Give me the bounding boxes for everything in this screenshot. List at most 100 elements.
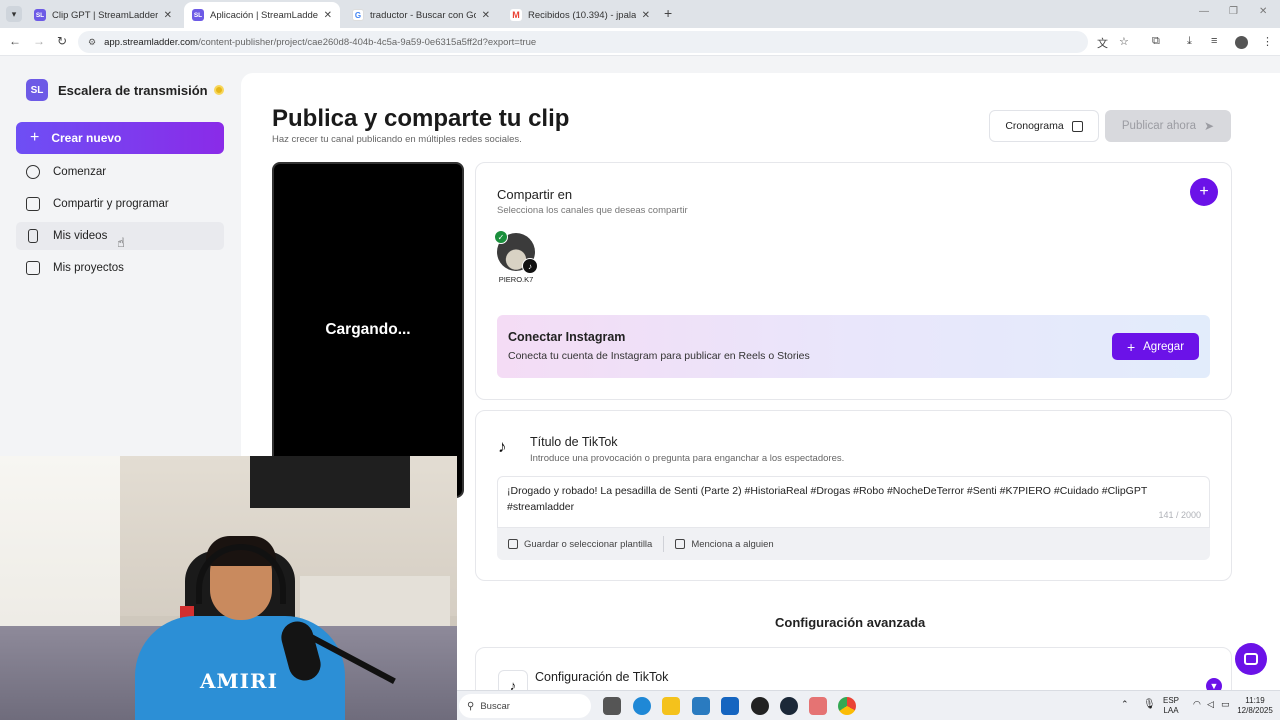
account-tiktok[interactable]: ✓ ♪ PIERO.K7: [494, 230, 538, 285]
browser-tab-gmail[interactable]: M Recibidos (10.394) - jpalava19@ ✕: [502, 2, 658, 28]
close-tab-icon[interactable]: ✕: [324, 10, 332, 21]
clock-time: 11:19: [1245, 696, 1265, 705]
url-input[interactable]: ⚙ app.streamladder.com/content-publisher…: [78, 31, 1088, 53]
sidebar-item-compartir[interactable]: Compartir y programar: [16, 190, 224, 218]
webcam-overlay: AMIRI: [0, 456, 457, 720]
schedule-label: Cronograma: [1005, 120, 1064, 132]
browser-tab-clip-gpt[interactable]: SL Clip GPT | StreamLadder ✕: [26, 2, 180, 28]
sidebar-item-comenzar[interactable]: Comenzar: [16, 158, 224, 186]
add-channel-button[interactable]: +: [1190, 178, 1218, 206]
new-tab-icon[interactable]: +: [664, 5, 672, 21]
trend-icon: [26, 165, 40, 179]
download-icon[interactable]: ⤓: [1187, 35, 1192, 48]
outlook-icon[interactable]: [721, 697, 739, 715]
app-icon[interactable]: [809, 697, 827, 715]
close-tab-icon[interactable]: ✕: [642, 10, 650, 21]
hand-cursor-icon: ☝: [117, 235, 125, 250]
chrome-icon[interactable]: [838, 697, 856, 715]
store-icon[interactable]: [692, 697, 710, 715]
create-new-button[interactable]: + Crear nuevo: [16, 122, 224, 154]
obs-icon[interactable]: [751, 697, 769, 715]
video-loading-text: Cargando...: [325, 321, 411, 338]
plus-icon: +: [1126, 338, 1136, 355]
steam-icon[interactable]: [780, 697, 798, 715]
caption-actions-bar: Guardar o seleccionar plantilla Menciona…: [497, 528, 1210, 560]
share-card: Compartir en Selecciona los canales que …: [475, 162, 1232, 400]
tab-search-button[interactable]: ▾: [6, 6, 22, 22]
schedule-button[interactable]: Cronograma: [989, 110, 1099, 142]
browser-menu-icon[interactable]: ⋮: [1262, 35, 1273, 48]
page-subtitle: Haz crecer tu canal publicando en múltip…: [272, 134, 522, 145]
back-icon[interactable]: ←: [9, 34, 21, 48]
close-tab-icon[interactable]: ✕: [164, 10, 172, 21]
plus-icon: +: [30, 129, 40, 146]
battery-icon[interactable]: ▭: [1221, 699, 1230, 710]
site-info-icon[interactable]: ⚙: [88, 37, 96, 48]
send-plane-icon: ➤: [1204, 119, 1215, 133]
caption-textarea[interactable]: ¡Drogado y robado! La pesadilla de Senti…: [497, 476, 1210, 528]
edge-icon[interactable]: [633, 697, 651, 715]
phone-icon: [28, 229, 38, 243]
language-indicator[interactable]: ESP LAA: [1163, 696, 1179, 716]
caption-text: ¡Drogado y robado! La pesadilla de Senti…: [507, 485, 1148, 513]
extensions-icon[interactable]: ⧉: [1152, 35, 1160, 48]
template-button[interactable]: Guardar o seleccionar plantilla: [497, 539, 663, 550]
tab-title: traductor - Buscar con Google: [370, 9, 476, 21]
taskbar-search-placeholder: Buscar: [480, 700, 510, 712]
translate-icon[interactable]: 文: [1097, 35, 1108, 51]
close-window-icon[interactable]: ✕: [1259, 6, 1267, 17]
forward-icon[interactable]: →: [33, 34, 45, 48]
sidebar-item-label: Mis videos: [53, 230, 108, 242]
calendar-icon: [26, 197, 40, 211]
mention-button[interactable]: Menciona a alguien: [664, 539, 784, 550]
brand[interactable]: SL Escalera de transmisión: [26, 79, 224, 101]
gold-badge-icon: [213, 85, 224, 95]
plus-square-icon: [508, 539, 518, 549]
lang-bottom: LAA: [1163, 706, 1179, 715]
browser-tab-traductor[interactable]: G traductor - Buscar con Google ✕: [344, 2, 498, 28]
media-control-icon[interactable]: ≡: [1211, 35, 1217, 47]
add-instagram-button[interactable]: + Agregar: [1112, 333, 1199, 360]
close-tab-icon[interactable]: ✕: [482, 10, 490, 21]
file-explorer-icon[interactable]: [662, 697, 680, 715]
minimize-icon[interactable]: —: [1199, 6, 1209, 17]
volume-icon[interactable]: ◁: [1207, 699, 1214, 710]
address-bar-row: ← → ↻ ⚙ app.streamladder.com/content-pub…: [0, 28, 1280, 56]
sidebar-item-label: Comenzar: [53, 166, 107, 178]
stack-icon: [26, 261, 40, 275]
streamladder-favicon-icon: SL: [34, 9, 46, 21]
lang-top: ESP: [1163, 696, 1180, 705]
taskbar-search-input[interactable]: ⚲ Buscar: [459, 694, 591, 718]
windows-taskbar: ⚲ Buscar ⌃ 🎙 ESP LAA ◠ ◁ ▭ 11:19 12/8/20…: [457, 690, 1280, 720]
chat-support-button[interactable]: [1235, 643, 1267, 675]
gmail-favicon-icon: M: [510, 9, 522, 21]
browser-tab-bar: ▾ SL Clip GPT | StreamLadder ✕ SL Aplica…: [0, 0, 1280, 28]
tray-chevron-up-icon[interactable]: ⌃: [1121, 699, 1129, 710]
search-icon: ⚲: [467, 700, 475, 712]
clock[interactable]: 11:19 12/8/2025: [1237, 696, 1273, 716]
browser-tab-aplicacion[interactable]: SL Aplicación | StreamLadder ✕: [184, 2, 340, 28]
sidebar-item-mis-proyectos[interactable]: Mis proyectos: [16, 254, 224, 282]
restore-icon[interactable]: ❐: [1229, 6, 1238, 17]
bookmark-star-icon[interactable]: ☆: [1119, 35, 1129, 48]
tiktok-icon: ♪: [522, 258, 538, 274]
create-new-label: Crear nuevo: [51, 131, 122, 145]
tray-mic-icon[interactable]: 🎙: [1143, 699, 1156, 710]
google-favicon-icon: G: [352, 9, 364, 21]
wifi-icon[interactable]: ◠: [1193, 699, 1201, 710]
url-path: /content-publisher/project/cae260d8-404b…: [198, 36, 537, 48]
tiktok-title-subtitle: Introduce una provocación o pregunta par…: [530, 453, 845, 464]
brand-name: Escalera de transmisión: [58, 82, 208, 98]
video-preview[interactable]: Cargando...: [272, 162, 464, 498]
tiktok-icon: ♪: [498, 437, 507, 456]
publish-now-button[interactable]: Publicar ahora ➤: [1105, 110, 1231, 142]
reload-icon[interactable]: ↻: [57, 34, 67, 48]
advanced-settings-heading: Configuración avanzada: [775, 615, 926, 630]
shirt-logo-text: AMIRI: [200, 669, 278, 693]
tiktok-config-title: Configuración de TikTok: [535, 670, 669, 684]
sidebar-item-label: Compartir y programar: [53, 198, 169, 210]
task-view-icon[interactable]: [603, 697, 621, 715]
calendar-icon: [1071, 120, 1083, 132]
profile-avatar-icon[interactable]: [1235, 36, 1248, 49]
instagram-subtitle: Conecta tu cuenta de Instagram para publ…: [508, 350, 810, 362]
